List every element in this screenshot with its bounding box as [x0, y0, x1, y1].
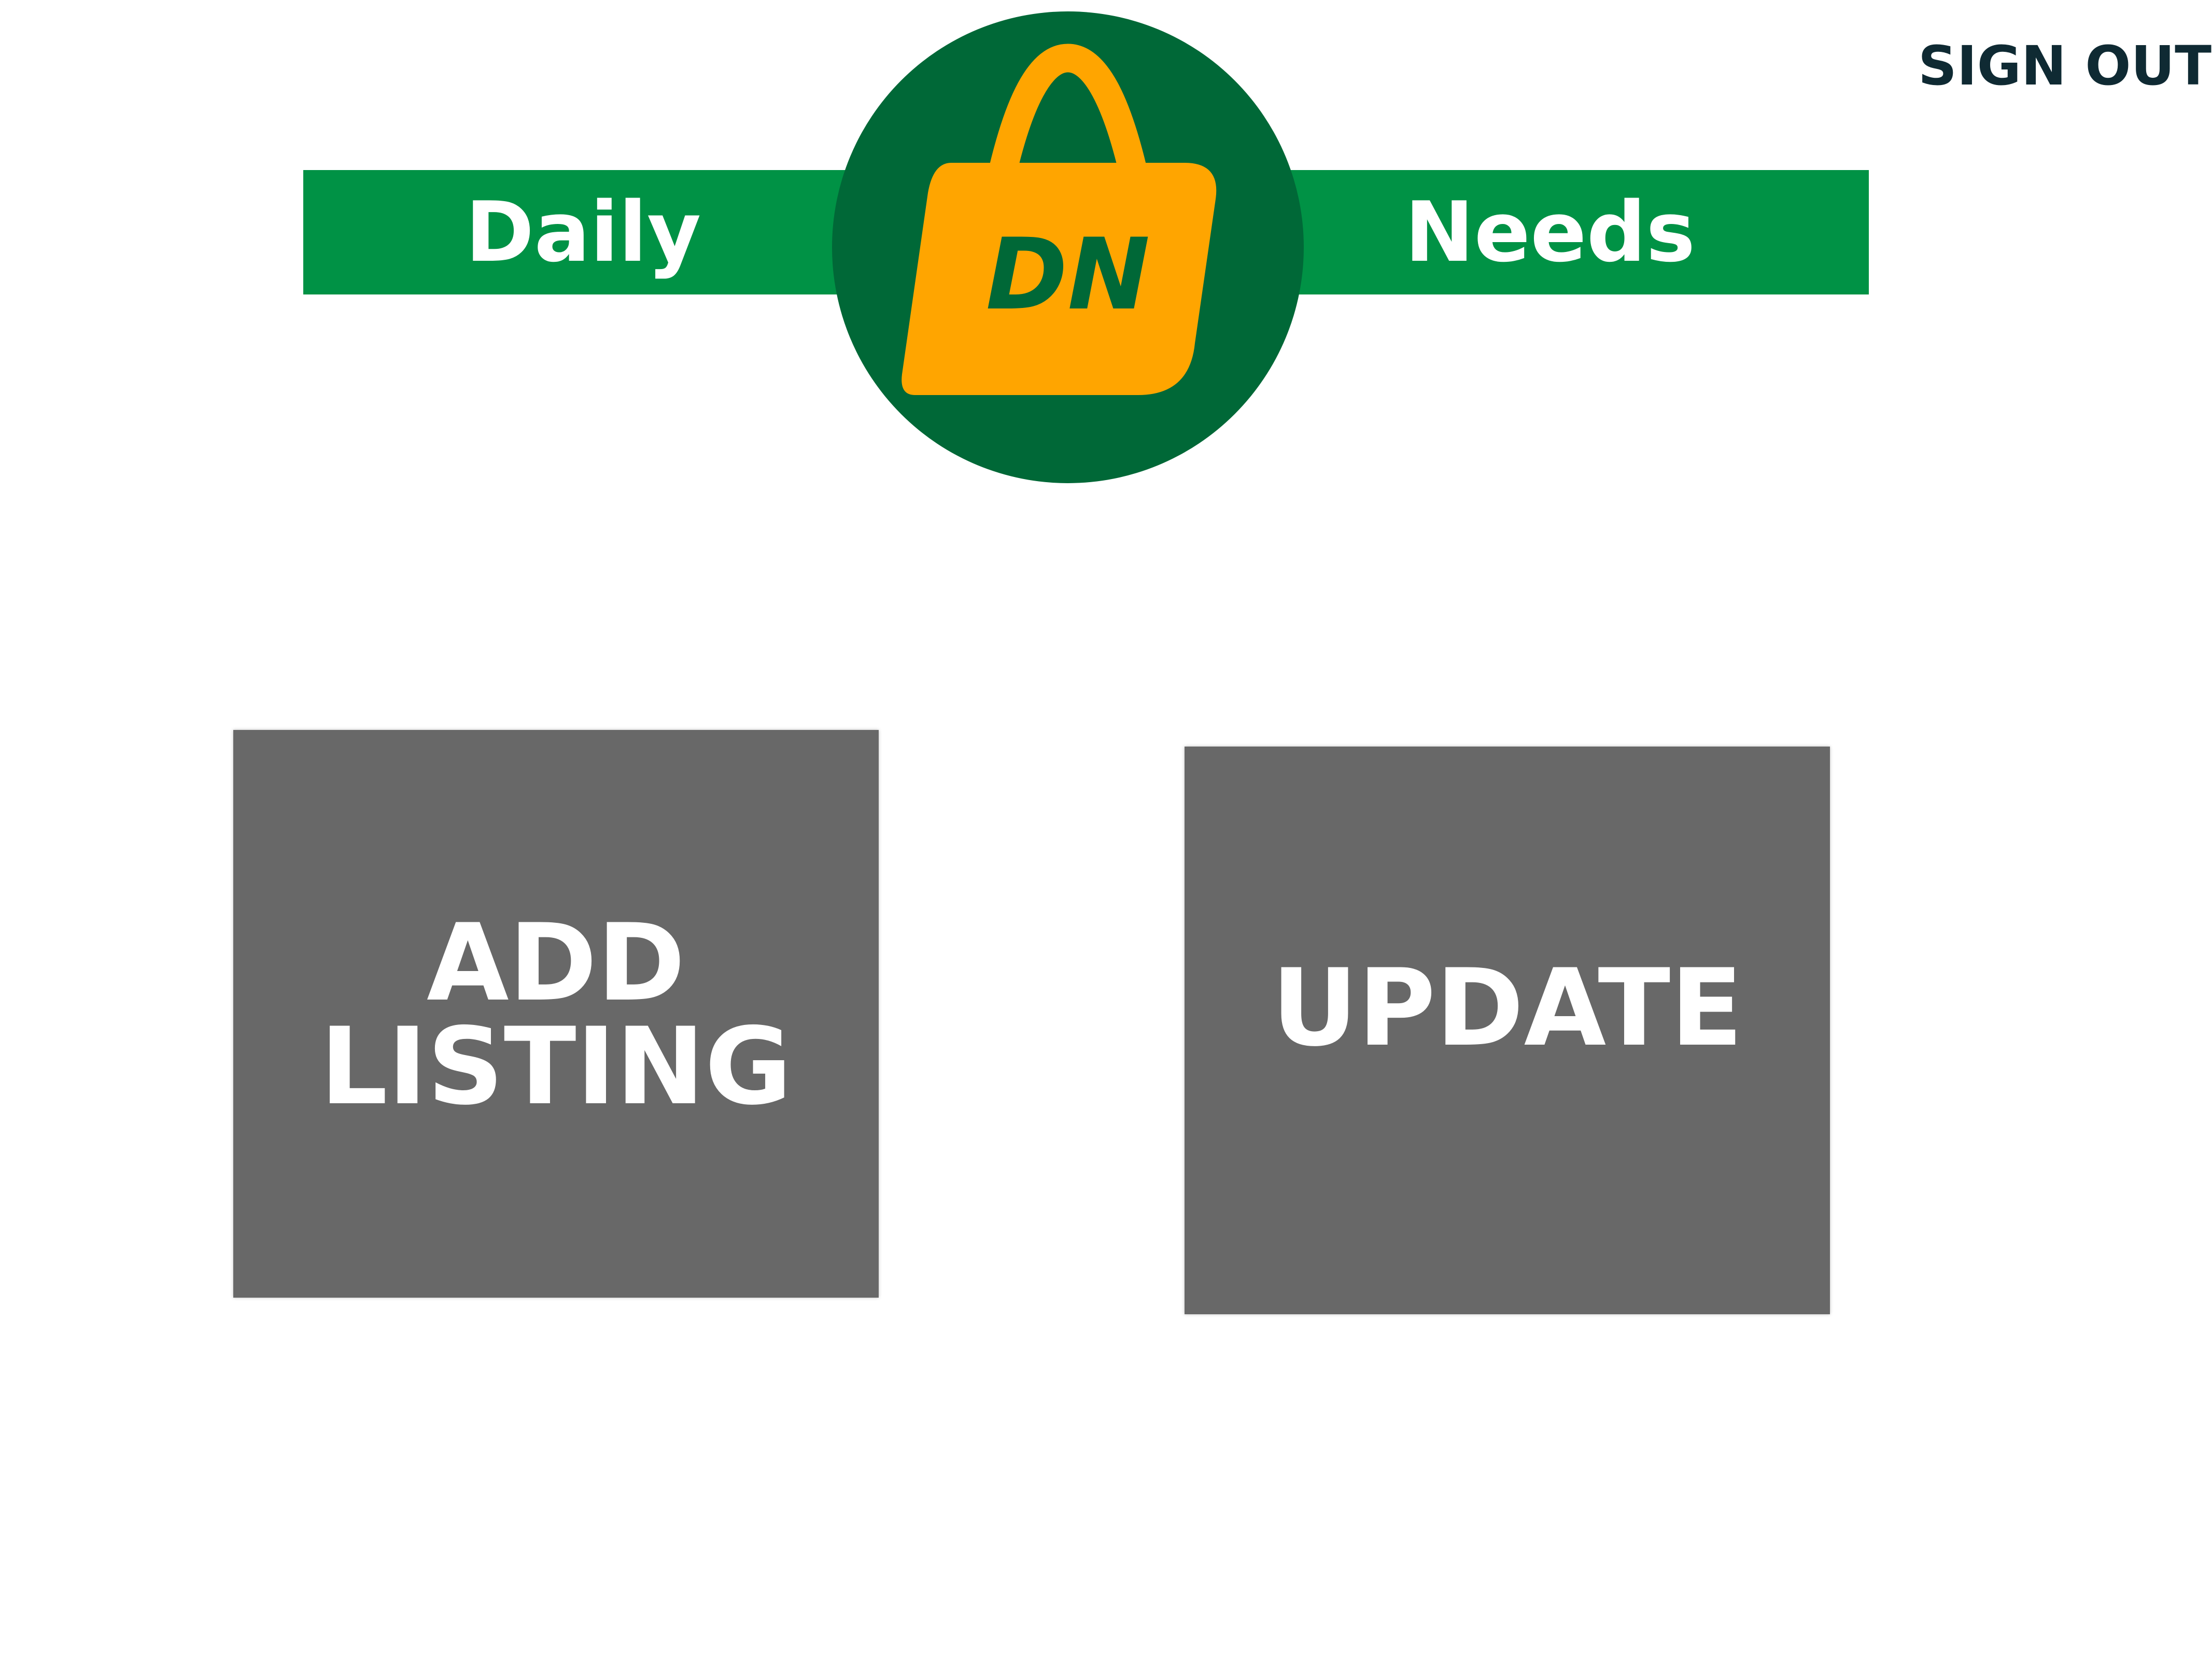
- update-button[interactable]: UPDATE: [1185, 747, 1830, 1314]
- logo-word-needs: Needs: [1404, 184, 1696, 280]
- logo-initials: DN: [985, 217, 1150, 332]
- add-listing-button[interactable]: ADD LISTING: [233, 730, 879, 1298]
- logo-word-daily: Daily: [465, 184, 701, 280]
- add-listing-label-line1: ADD: [427, 902, 685, 1025]
- daily-needs-logo: Daily Needs DN: [0, 0, 2212, 498]
- add-listing-label-line2: LISTING: [320, 1005, 792, 1129]
- update-label: UPDATE: [1271, 947, 1743, 1070]
